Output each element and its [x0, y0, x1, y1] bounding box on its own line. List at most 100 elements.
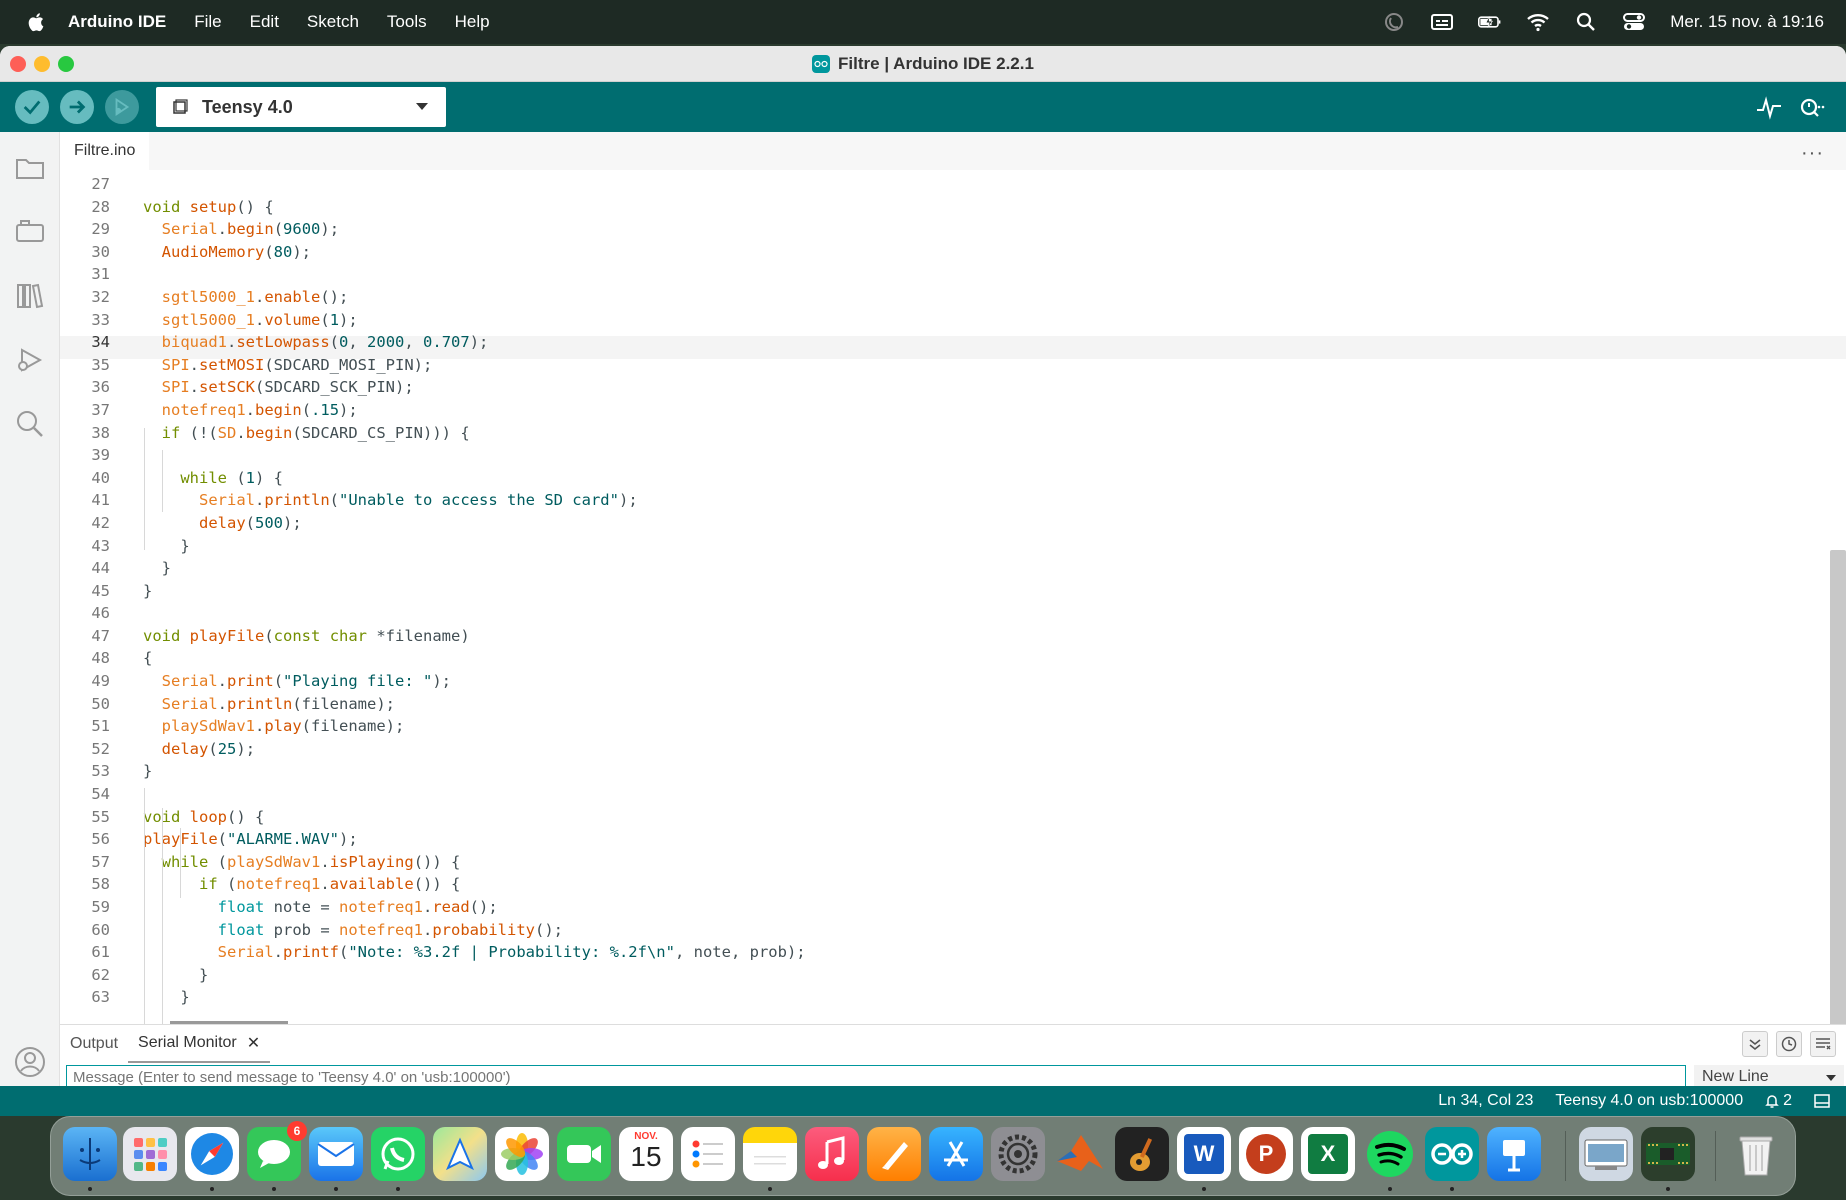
apple-logo-icon[interactable] — [26, 11, 48, 33]
dock-reminders-icon[interactable] — [681, 1127, 735, 1181]
code-line[interactable]: void setup() { — [143, 196, 806, 219]
code-line[interactable] — [143, 173, 806, 196]
code-line[interactable]: float prob = notefreq1.probability(); — [143, 919, 806, 942]
debug-panel-icon[interactable] — [14, 344, 46, 376]
code-line[interactable]: } — [143, 986, 806, 1009]
debug-button[interactable] — [105, 90, 139, 124]
dock-calendar-icon[interactable]: NOV. 15 — [619, 1127, 673, 1181]
code-line[interactable]: while (1) { — [143, 467, 806, 490]
dock-powerpoint-icon[interactable]: P — [1239, 1127, 1293, 1181]
dock-finder-icon[interactable] — [63, 1127, 117, 1181]
dock-notes-icon[interactable] — [743, 1127, 797, 1181]
code-content[interactable]: void setup() { Serial.begin(9600); Audio… — [143, 170, 806, 1009]
code-line[interactable]: if (!(SD.begin(SDCARD_CS_PIN))) { — [143, 422, 806, 445]
menu-help[interactable]: Help — [455, 12, 490, 32]
code-line[interactable]: void loop() { — [143, 806, 806, 829]
tab-serial-monitor[interactable]: Serial Monitor ✕ — [128, 1025, 271, 1063]
dock-trash-icon[interactable] — [1729, 1127, 1783, 1181]
autoscroll-toggle[interactable] — [1742, 1031, 1768, 1057]
code-editor[interactable]: 27 28 29 30 31 32 33 34 35 36 37 38 39 40 41 42 43 44 45 46… — [60, 170, 1846, 1024]
battery-icon[interactable] — [1478, 10, 1502, 34]
code-line[interactable]: biquad1.setLowpass(0, 2000, 0.707); — [143, 331, 806, 354]
dock-keynote-icon[interactable] — [1487, 1127, 1541, 1181]
menu-file[interactable]: File — [194, 12, 221, 32]
code-line[interactable]: if (notefreq1.available()) { — [143, 873, 806, 896]
dock-maps-icon[interactable] — [433, 1127, 487, 1181]
dock-app-store-icon[interactable] — [929, 1127, 983, 1181]
code-line[interactable] — [143, 444, 806, 467]
spotlight-search-icon[interactable] — [1574, 10, 1598, 34]
close-icon[interactable]: ✕ — [247, 1033, 260, 1053]
notifications-indicator[interactable]: 2 — [1765, 1092, 1792, 1110]
dock-arduino-icon[interactable] — [1425, 1127, 1479, 1181]
clear-output-button[interactable] — [1810, 1031, 1836, 1057]
dock-pages-icon[interactable] — [867, 1127, 921, 1181]
code-line[interactable]: delay(25); — [143, 738, 806, 761]
code-line[interactable]: playFile("ALARME.WAV"); — [143, 828, 806, 851]
window-minimize-button[interactable] — [34, 56, 50, 72]
wifi-icon[interactable] — [1526, 10, 1550, 34]
code-line[interactable]: } — [143, 580, 806, 603]
verify-button[interactable] — [15, 90, 49, 124]
dock-safari-icon[interactable] — [185, 1127, 239, 1181]
code-line[interactable]: Serial.println(filename); — [143, 693, 806, 716]
tab-output[interactable]: Output — [60, 1035, 128, 1053]
serial-plotter-icon[interactable] — [1755, 94, 1783, 122]
board-selector[interactable]: Teensy 4.0 — [156, 87, 446, 127]
board-port-status[interactable]: Teensy 4.0 on usb:100000 — [1555, 1092, 1743, 1110]
menu-tools[interactable]: Tools — [387, 12, 427, 32]
code-line[interactable] — [143, 263, 806, 286]
code-line[interactable]: { — [143, 647, 806, 670]
menubar-clock[interactable]: Mer. 15 nov. à 19:16 — [1670, 12, 1824, 32]
code-line[interactable] — [143, 602, 806, 625]
dock-teensy-board-icon[interactable] — [1641, 1127, 1695, 1181]
code-line[interactable]: Serial.print("Playing file: "); — [143, 670, 806, 693]
menu-edit[interactable]: Edit — [250, 12, 279, 32]
dock-facetime-icon[interactable] — [557, 1127, 611, 1181]
caption-icon[interactable] — [1430, 10, 1454, 34]
code-line[interactable]: playSdWav1.play(filename); — [143, 715, 806, 738]
code-line[interactable] — [143, 783, 806, 806]
boards-manager-icon[interactable] — [14, 216, 46, 248]
code-line[interactable]: notefreq1.begin(.15); — [143, 399, 806, 422]
code-line[interactable]: } — [143, 760, 806, 783]
code-line[interactable]: Serial.begin(9600); — [143, 218, 806, 241]
sketchbook-folder-icon[interactable] — [14, 152, 46, 184]
dock-photos-icon[interactable] — [495, 1127, 549, 1181]
library-manager-icon[interactable] — [14, 280, 46, 312]
upload-button[interactable] — [60, 90, 94, 124]
window-zoom-button[interactable] — [58, 56, 74, 72]
dock-spotify-icon[interactable] — [1363, 1127, 1417, 1181]
code-line[interactable]: } — [143, 557, 806, 580]
code-line[interactable]: SPI.setSCK(SDCARD_SCK_PIN); — [143, 376, 806, 399]
code-line[interactable]: sgtl5000_1.volume(1); — [143, 309, 806, 332]
dock-garageband-icon[interactable] — [1115, 1127, 1169, 1181]
serial-monitor-icon[interactable] — [1798, 94, 1826, 122]
code-line[interactable]: Serial.println("Unable to access the SD … — [143, 489, 806, 512]
code-line[interactable]: Serial.printf("Note: %3.2f | Probability… — [143, 941, 806, 964]
dock-mail-icon[interactable] — [309, 1127, 363, 1181]
dock-preview-window-icon[interactable] — [1579, 1127, 1633, 1181]
dock-excel-icon[interactable]: X — [1301, 1127, 1355, 1181]
dock-system-settings-icon[interactable] — [991, 1127, 1045, 1181]
toggle-panel-icon[interactable] — [1814, 1093, 1830, 1109]
menubar-app-name[interactable]: Arduino IDE — [68, 12, 166, 32]
cursor-position[interactable]: Ln 34, Col 23 — [1438, 1092, 1533, 1110]
code-line[interactable]: float note = notefreq1.read(); — [143, 896, 806, 919]
menu-sketch[interactable]: Sketch — [307, 12, 359, 32]
code-line[interactable]: while (playSdWav1.isPlaying()) { — [143, 851, 806, 874]
control-center-icon[interactable] — [1622, 10, 1646, 34]
code-line[interactable]: } — [143, 964, 806, 987]
code-line[interactable]: sgtl5000_1.enable(); — [143, 286, 806, 309]
focus-moon-icon[interactable] — [1382, 10, 1406, 34]
dock-whatsapp-icon[interactable] — [371, 1127, 425, 1181]
dock-music-icon[interactable] — [805, 1127, 859, 1181]
code-line[interactable]: SPI.setMOSI(SDCARD_MOSI_PIN); — [143, 354, 806, 377]
search-icon[interactable] — [14, 408, 46, 440]
timestamp-toggle[interactable] — [1776, 1031, 1802, 1057]
code-line[interactable]: void playFile(const char *filename) — [143, 625, 806, 648]
dock-matlab-icon[interactable] — [1053, 1127, 1107, 1181]
window-close-button[interactable] — [10, 56, 26, 72]
more-options-icon[interactable]: ··· — [1801, 142, 1824, 165]
editor-vertical-scrollbar[interactable] — [1830, 550, 1846, 1024]
